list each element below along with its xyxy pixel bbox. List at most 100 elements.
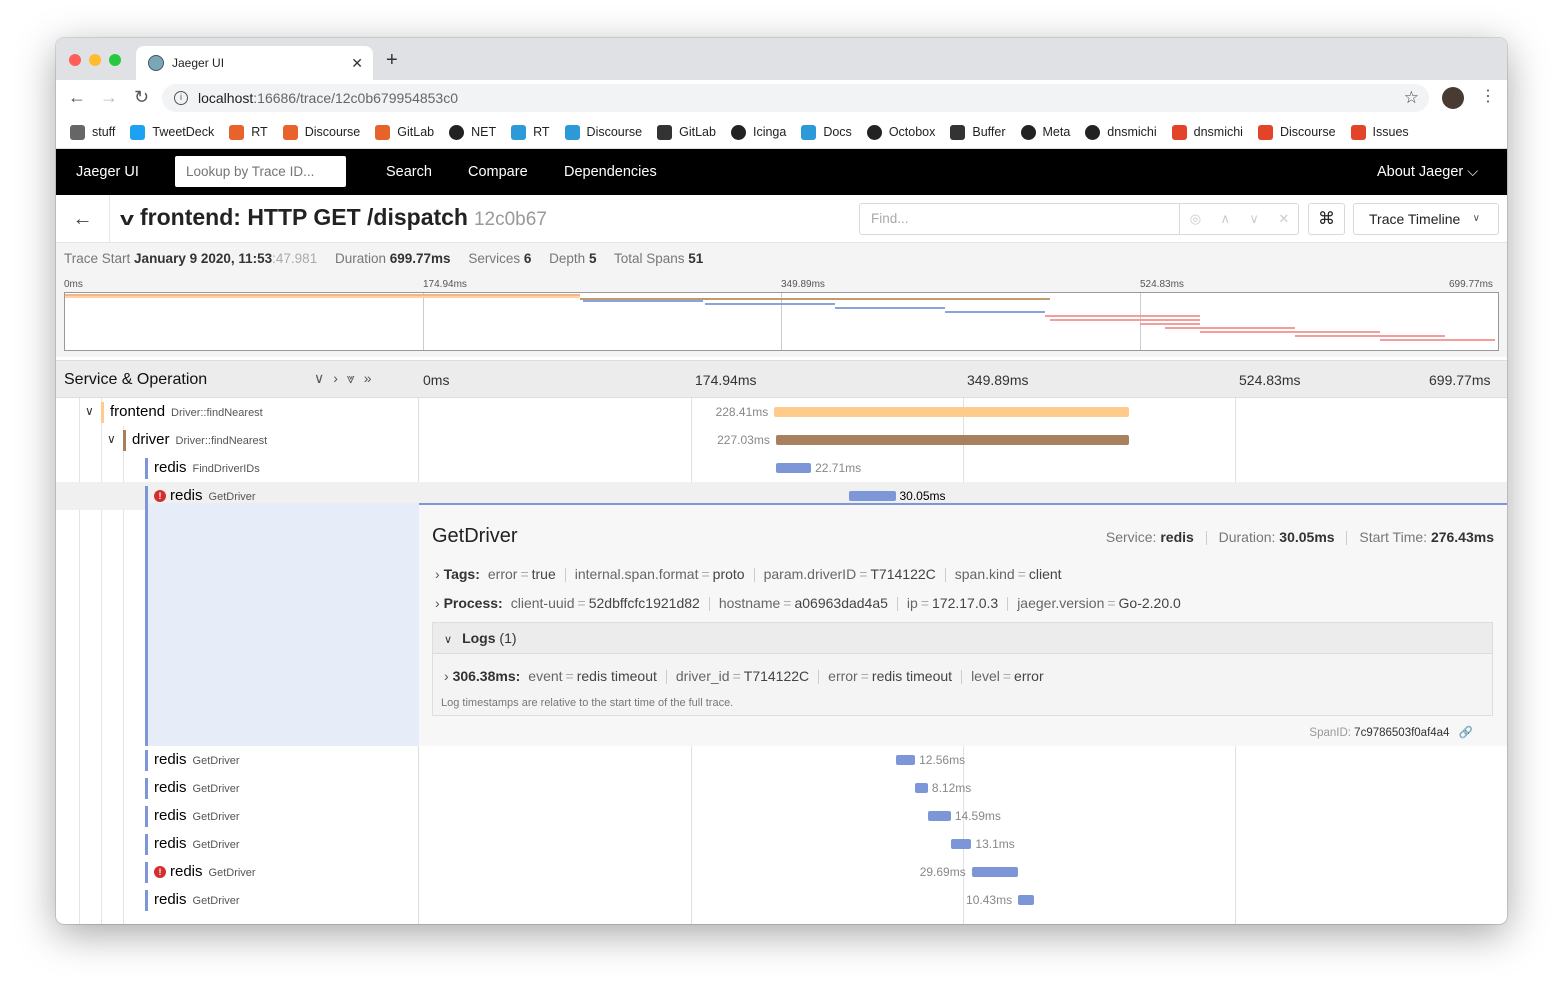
bookmark-item[interactable]: Discourse — [1257, 124, 1336, 140]
span-bar[interactable] — [951, 839, 972, 849]
span-row[interactable]: redis GetDriver 10.43ms — [56, 886, 1507, 914]
bookmark-star-icon[interactable]: ☆ — [1404, 84, 1419, 112]
bookmark-item[interactable]: Octobox — [866, 124, 935, 140]
span-row[interactable]: redis FindDriverIDs 22.71ms — [56, 454, 1507, 482]
span-service-operation[interactable]: redis GetDriver — [154, 802, 240, 830]
prev-match-icon[interactable]: ∧ — [1220, 204, 1230, 234]
browser-tab[interactable]: Jaeger UI ✕ — [136, 46, 373, 80]
nav-search[interactable]: Search — [386, 164, 432, 180]
locate-icon[interactable]: ◎ — [1190, 204, 1201, 234]
bookmark-item[interactable]: Meta — [1020, 124, 1071, 140]
span-service-operation[interactable]: ! redis GetDriver — [154, 858, 256, 886]
nav-about-jaeger[interactable]: About Jaeger ⌵ — [1377, 164, 1478, 180]
bookmark-item[interactable]: stuff — [70, 124, 115, 140]
kv-key: client-uuid — [510, 595, 575, 611]
span-bar[interactable] — [1018, 895, 1035, 905]
find-input[interactable]: Find... ◎ ∧ ∨ ✕ — [859, 203, 1299, 235]
minimap-canvas[interactable] — [64, 292, 1499, 351]
span-service-operation[interactable]: redis GetDriver — [154, 830, 240, 858]
span-service-operation[interactable]: frontend Driver::findNearest — [110, 398, 263, 426]
span-bar[interactable] — [774, 407, 1130, 417]
clear-icon[interactable]: ✕ — [1278, 204, 1289, 234]
span-row[interactable]: redis GetDriver 8.12ms — [56, 774, 1507, 802]
span-bar[interactable] — [928, 811, 951, 821]
tree-controls[interactable]: ∨›⩔» — [314, 370, 381, 387]
span-bar[interactable] — [895, 755, 916, 765]
span-row[interactable]: redis GetDriver 12.56ms — [56, 746, 1507, 774]
span-row[interactable]: redis GetDriver 13.1ms — [56, 830, 1507, 858]
kv-value: client — [1028, 566, 1062, 582]
log-entry[interactable]: › 306.38ms: event = redis timeout driver_id =… — [444, 668, 1044, 685]
bookmark-item[interactable]: GitLab — [657, 124, 716, 140]
expand-chevron-icon[interactable]: ∨ — [85, 404, 94, 418]
bookmark-item[interactable]: Issues — [1350, 124, 1409, 140]
service-operation-label: Service & Operation — [64, 371, 208, 388]
profile-avatar[interactable] — [1442, 87, 1464, 109]
bookmark-item[interactable]: Icinga — [730, 124, 786, 140]
span-service-operation[interactable]: redis GetDriver — [154, 886, 240, 914]
trace-minimap[interactable]: 0ms 174.94ms 349.89ms 524.83ms 699.77ms — [56, 275, 1507, 357]
span-bar[interactable] — [775, 463, 812, 473]
span-bar[interactable] — [848, 491, 896, 501]
back-arrow-icon[interactable]: ← — [56, 195, 110, 243]
nav-dependencies[interactable]: Dependencies — [564, 164, 657, 180]
next-match-icon[interactable]: ∨ — [1249, 204, 1259, 234]
span-service-operation[interactable]: redis FindDriverIDs — [154, 454, 260, 482]
bookmark-item[interactable]: GitLab — [375, 124, 434, 140]
minimap-tick: 174.94ms — [423, 279, 467, 290]
maximize-window-button[interactable] — [109, 54, 121, 66]
bookmark-item[interactable]: RT — [511, 124, 550, 140]
duration-label: Duration — [334, 251, 386, 266]
bookmark-item[interactable]: TweetDeck — [130, 124, 214, 140]
bookmark-item[interactable]: Discourse — [282, 124, 360, 140]
link-icon[interactable]: 🔗 — [1459, 727, 1473, 739]
span-service-operation[interactable]: redis GetDriver — [154, 746, 240, 774]
service-color-bar — [145, 890, 148, 911]
close-tab-icon[interactable]: ✕ — [351, 55, 363, 72]
new-tab-button[interactable]: + — [386, 49, 398, 72]
bookmark-item[interactable]: RT — [229, 124, 268, 140]
process-row[interactable]: › Process: client-uuid = 52dbffcfc1921d82 ho… — [435, 595, 1181, 612]
keyboard-shortcuts-icon[interactable]: ⌘ — [1308, 203, 1345, 235]
brand-link[interactable]: Jaeger UI — [76, 164, 139, 180]
back-arrow-icon[interactable]: ← — [68, 87, 86, 108]
bookmark-item[interactable]: Discourse — [564, 124, 642, 140]
reload-icon[interactable]: ↻ — [134, 87, 149, 108]
expand-chevron-icon[interactable]: › — [444, 668, 453, 684]
info-icon[interactable]: i — [174, 91, 188, 105]
bookmark-label: Meta — [1042, 125, 1071, 139]
close-window-button[interactable] — [69, 54, 81, 66]
bookmark-item[interactable]: Buffer — [950, 124, 1006, 140]
view-select-dropdown[interactable]: Trace Timeline ∨ — [1353, 203, 1499, 235]
span-bar[interactable] — [971, 867, 1018, 877]
trace-title[interactable]: v frontend: HTTP GET /dispatch 12c0b67 — [120, 204, 547, 231]
nav-compare[interactable]: Compare — [468, 164, 528, 180]
forward-arrow-icon[interactable]: → — [100, 87, 118, 108]
trace-lookup-input[interactable] — [175, 156, 346, 187]
span-service-operation[interactable]: redis GetDriver — [154, 774, 240, 802]
span-bar[interactable] — [915, 783, 928, 793]
expand-chevron-icon[interactable]: ∨ — [107, 432, 116, 446]
expand-chevron-icon[interactable]: › — [435, 595, 444, 611]
collapse-chevron-icon[interactable]: v — [120, 209, 134, 230]
span-row[interactable]: redis GetDriver 14.59ms — [56, 802, 1507, 830]
bookmark-item[interactable]: Docs — [801, 124, 852, 140]
minimize-window-button[interactable] — [89, 54, 101, 66]
span-row[interactable]: ! redis GetDriver 29.69ms — [56, 858, 1507, 886]
span-row[interactable]: ∨ frontend Driver::findNearest 228.41ms — [56, 398, 1507, 426]
trace-id: 12c0b67 — [473, 209, 547, 230]
span-bar[interactable] — [775, 435, 1129, 445]
span-row[interactable]: ∨ driver Driver::findNearest 227.03ms — [56, 426, 1507, 454]
logs-header[interactable]: ∨ Logs (1) — [433, 623, 1492, 654]
url-field[interactable]: i localhost:16686/trace/12c0b679954853c0… — [162, 84, 1429, 112]
timeline-tick: 174.94ms — [695, 372, 757, 388]
bookmark-item[interactable]: dnsmichi — [1171, 124, 1243, 140]
folder-icon — [70, 124, 85, 140]
find-placeholder: Find... — [871, 211, 909, 226]
bookmark-item[interactable]: NET — [449, 124, 496, 140]
browser-menu-icon[interactable]: ⋮ — [1480, 86, 1496, 106]
bookmark-item[interactable]: dnsmichi — [1085, 124, 1157, 140]
span-service-operation[interactable]: driver Driver::findNearest — [132, 426, 267, 454]
tags-row[interactable]: › Tags: error = true internal.span.format = pr… — [435, 566, 1062, 583]
expand-chevron-icon[interactable]: › — [435, 566, 444, 582]
